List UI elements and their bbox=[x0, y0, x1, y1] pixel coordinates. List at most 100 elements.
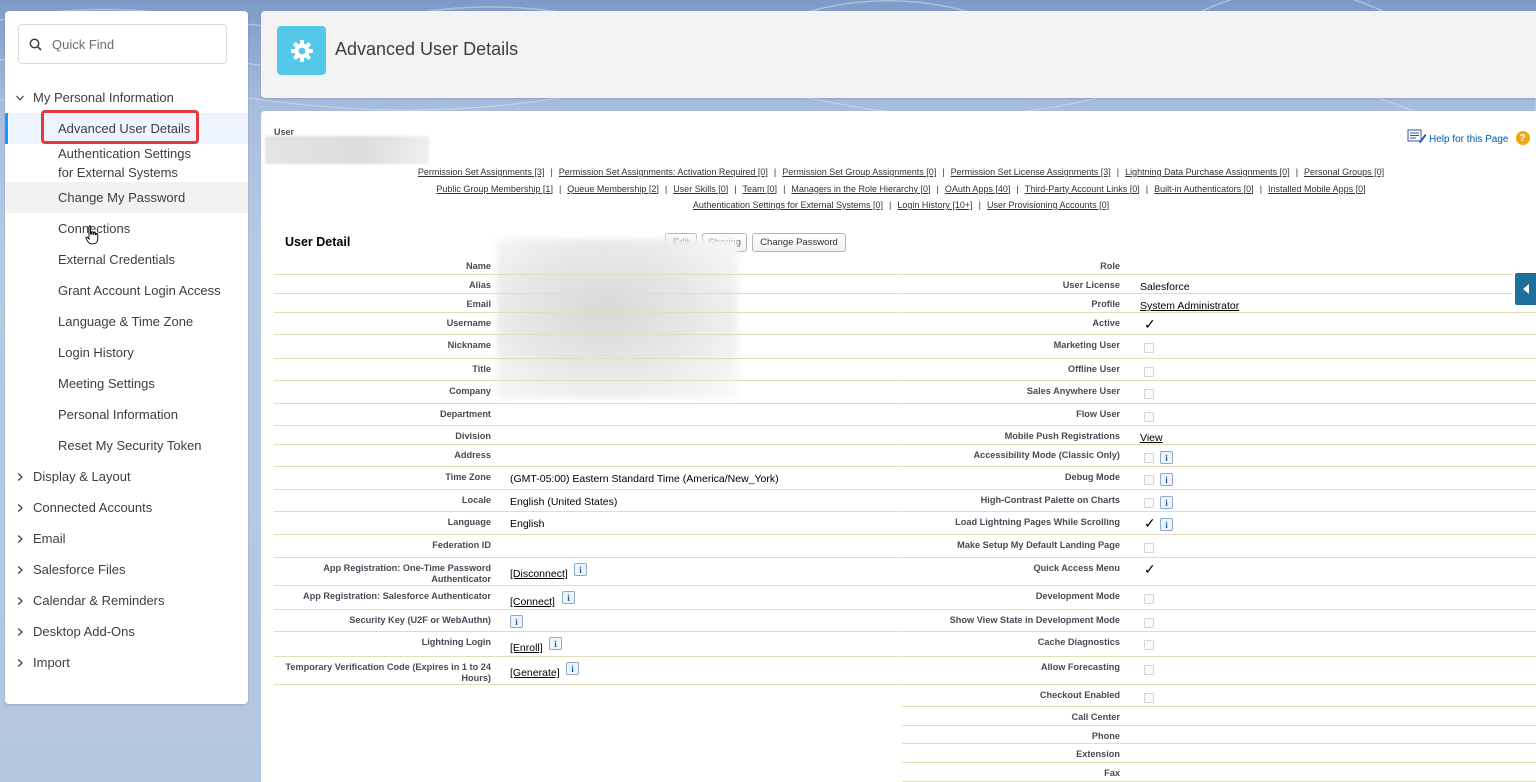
field-label: Extension bbox=[1076, 749, 1120, 759]
tree-group-label: Calendar & Reminders bbox=[33, 593, 165, 608]
field-link[interactable]: View bbox=[1140, 432, 1163, 444]
related-list-link[interactable]: User Provisioning Accounts [0] bbox=[987, 200, 1109, 210]
field-label: High-Contrast Palette on Charts bbox=[980, 495, 1120, 505]
related-list-link[interactable]: Built-in Authenticators [0] bbox=[1154, 184, 1254, 194]
tree-item-language-time-zone[interactable]: Language & Time Zone bbox=[5, 306, 248, 337]
tree-item-label: Login History bbox=[58, 345, 134, 360]
field-label: Checkout Enabled bbox=[1039, 690, 1120, 700]
related-list-link[interactable]: Permission Set Assignments [3] bbox=[418, 167, 545, 177]
tree-group-calendar-reminders[interactable]: Calendar & Reminders bbox=[5, 585, 248, 616]
info-icon[interactable]: i bbox=[1160, 496, 1173, 509]
checkbox bbox=[1144, 543, 1154, 553]
field-label: Offline User bbox=[1067, 364, 1120, 374]
related-list-link[interactable]: Managers in the Role Hierarchy [0] bbox=[791, 184, 930, 194]
link-separator: | bbox=[550, 167, 553, 177]
caret-left-icon bbox=[1522, 284, 1529, 294]
field-value: [Enroll] bbox=[510, 642, 543, 654]
chevron-right-icon bbox=[15, 503, 33, 513]
field-label: Locale bbox=[461, 495, 491, 505]
related-list-link[interactable]: Queue Membership [2] bbox=[567, 184, 659, 194]
tree-item-reset-security-token[interactable]: Reset My Security Token bbox=[5, 430, 248, 461]
tree-item-grant-account-login-access[interactable]: Grant Account Login Access bbox=[5, 275, 248, 306]
tree-item-label: Meeting Settings bbox=[58, 376, 155, 391]
field-action-link[interactable]: [Connect] bbox=[510, 596, 555, 608]
tree-item-advanced-user-details[interactable]: Advanced User Details bbox=[5, 110, 248, 144]
field-action-link[interactable]: [Enroll] bbox=[510, 642, 543, 654]
related-list-link[interactable]: Third-Party Account Links [0] bbox=[1025, 184, 1140, 194]
field-label: Federation ID bbox=[432, 540, 491, 550]
info-icon[interactable]: i bbox=[1160, 473, 1173, 486]
field-action-link[interactable]: [Generate] bbox=[510, 667, 560, 679]
field-label: User License bbox=[1062, 280, 1120, 290]
checkbox bbox=[1144, 665, 1154, 675]
tree-group-label: Display & Layout bbox=[33, 469, 131, 484]
checkbox bbox=[1144, 693, 1154, 703]
tree-item-authentication-settings[interactable]: Authentication Settings for External Sys… bbox=[5, 144, 205, 182]
checkbox bbox=[1144, 367, 1154, 377]
field-label: Nickname bbox=[447, 340, 491, 350]
quick-find-input[interactable] bbox=[50, 35, 224, 53]
field-label: Temporary Verification Code (Expires in … bbox=[285, 662, 491, 683]
tree-item-login-history[interactable]: Login History bbox=[5, 337, 248, 368]
link-separator: | bbox=[889, 200, 892, 210]
help-link[interactable]: Help for this Page ? bbox=[1407, 129, 1530, 145]
chevron-right-icon bbox=[15, 565, 33, 575]
field-value: (GMT-05:00) Eastern Standard Time (Ameri… bbox=[510, 473, 779, 485]
related-list-link[interactable]: Installed Mobile Apps [0] bbox=[1268, 184, 1366, 194]
tree-group-label: Desktop Add-Ons bbox=[33, 624, 135, 639]
help-question-icon[interactable]: ? bbox=[1515, 131, 1530, 145]
link-separator: | bbox=[734, 183, 737, 194]
related-list-link[interactable]: Login History [10+] bbox=[897, 200, 972, 210]
chevron-right-icon bbox=[15, 534, 33, 544]
field-action-link[interactable]: [Disconnect] bbox=[510, 568, 568, 580]
side-panel-toggle[interactable] bbox=[1513, 271, 1536, 307]
quick-find-box[interactable] bbox=[18, 24, 227, 64]
field-label: Lightning Login bbox=[421, 637, 491, 647]
field-label: Accessibility Mode (Classic Only) bbox=[973, 450, 1120, 460]
related-list-link[interactable]: Public Group Membership [1] bbox=[436, 184, 553, 194]
related-list-link[interactable]: Permission Set Assignments: Activation R… bbox=[559, 167, 768, 177]
tree-item-external-credentials[interactable]: External Credentials bbox=[5, 244, 248, 275]
info-icon[interactable]: i bbox=[1160, 518, 1173, 531]
tree-group-salesforce-files[interactable]: Salesforce Files bbox=[5, 554, 248, 585]
tree-group-display-layout[interactable]: Display & Layout bbox=[5, 461, 248, 492]
related-list-link[interactable]: Permission Set License Assignments [3] bbox=[951, 167, 1111, 177]
change-password-button[interactable]: Change Password bbox=[752, 233, 846, 252]
tree-group-my-personal-information[interactable]: My Personal Information bbox=[5, 82, 248, 113]
tree-group-label: Salesforce Files bbox=[33, 562, 126, 577]
field-label: Quick Access Menu bbox=[1033, 563, 1120, 573]
field-label: Development Mode bbox=[1035, 591, 1120, 601]
field-label: Cache Diagnostics bbox=[1037, 637, 1120, 647]
field-value: [Disconnect] bbox=[510, 568, 568, 580]
tree-group-desktop-add-ons[interactable]: Desktop Add-Ons bbox=[5, 616, 248, 647]
related-list-link[interactable]: Team [0] bbox=[743, 184, 778, 194]
related-list-link[interactable]: Lightning Data Purchase Assignments [0] bbox=[1125, 167, 1290, 177]
field-link[interactable]: System Administrator bbox=[1140, 300, 1239, 312]
link-separator: | bbox=[942, 167, 945, 177]
related-list-link[interactable]: OAuth Apps [40] bbox=[945, 184, 1011, 194]
related-list-link[interactable]: Authentication Settings for External Sys… bbox=[693, 200, 883, 210]
tree-item-label: Change My Password bbox=[58, 190, 186, 205]
related-list-link[interactable]: Permission Set Group Assignments [0] bbox=[782, 167, 936, 177]
info-icon[interactable]: i bbox=[574, 563, 587, 576]
info-icon[interactable]: i bbox=[1160, 451, 1173, 464]
tree-item-personal-information[interactable]: Personal Information bbox=[5, 399, 248, 430]
tree-item-label: Reset My Security Token bbox=[58, 438, 202, 453]
link-separator: | bbox=[783, 183, 786, 194]
field-value: [Connect] bbox=[510, 596, 555, 608]
related-list-link[interactable]: Personal Groups [0] bbox=[1304, 167, 1384, 177]
tree-group-connected-accounts[interactable]: Connected Accounts bbox=[5, 492, 248, 523]
redacted-user-name bbox=[265, 136, 429, 164]
info-icon[interactable]: i bbox=[549, 637, 562, 650]
info-icon[interactable]: i bbox=[510, 615, 523, 628]
tree-group-import[interactable]: Import bbox=[5, 647, 248, 678]
tree-group-email[interactable]: Email bbox=[5, 523, 248, 554]
tree-item-meeting-settings[interactable]: Meeting Settings bbox=[5, 368, 248, 399]
info-icon[interactable]: i bbox=[566, 662, 579, 675]
tree-item-connections[interactable]: Connections bbox=[5, 213, 248, 244]
field-label: Language bbox=[447, 517, 491, 527]
tree-item-change-my-password[interactable]: Change My Password bbox=[5, 182, 248, 213]
info-icon[interactable]: i bbox=[562, 591, 575, 604]
related-list-link[interactable]: User Skills [0] bbox=[673, 184, 728, 194]
field-label: Call Center bbox=[1071, 712, 1120, 722]
